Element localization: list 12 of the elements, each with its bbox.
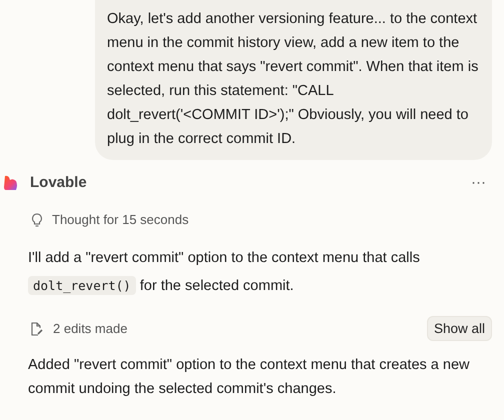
summary-text: Added "revert commit" option to the context menu that creates a new commit undoing the selected commit's changes. [28,356,470,399]
reply-text: I'll add a "revert commit" option to the context menu that calls [28,250,420,266]
reply-text: for the selected commit. [140,278,294,294]
inline-code: dolt_revert() [28,276,136,295]
thought-label: Thought for 15 seconds [52,212,189,227]
edits-label: 2 edits made [53,321,128,336]
assistant-name: Lovable [30,174,87,191]
more-button[interactable]: ··· [467,174,490,191]
show-all-button[interactable]: Show all [426,316,492,341]
lightbulb-icon [31,212,43,226]
file-edit-icon [30,322,43,336]
user-message: Okay, let's add another versioning feature... to the context menu in the commit history view, add a new item to the context menu that says "revert commit". When that item is selected, run this statement: "CALL dolt_revert('<COMMIT ID>');" Obviously, you will need to plug in the correct commit ID. [95,0,492,160]
